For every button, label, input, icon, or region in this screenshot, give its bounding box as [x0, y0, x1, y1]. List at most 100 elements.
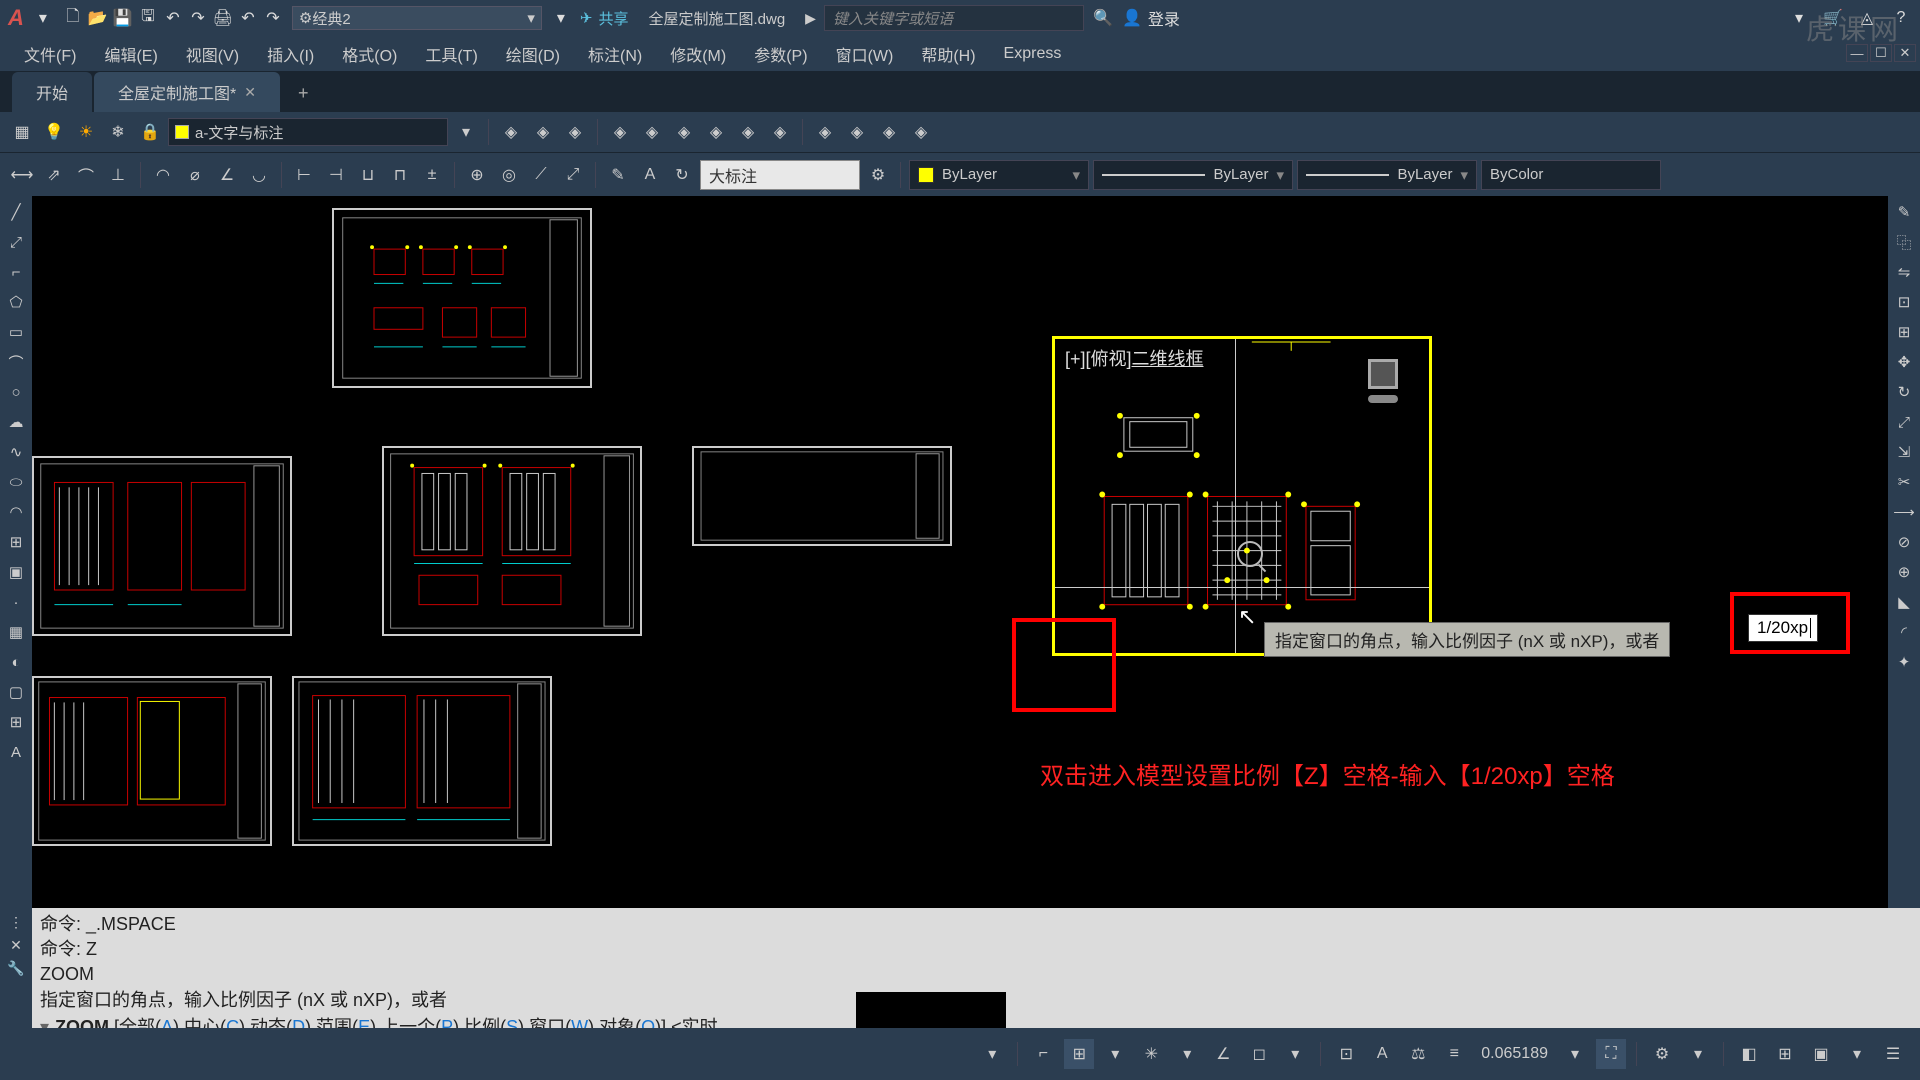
tab-add-button[interactable]: +	[282, 75, 325, 112]
save-icon[interactable]: 💾	[112, 7, 134, 29]
linetype-combo[interactable]: ByLayer ▾	[1297, 160, 1477, 190]
polar-dropdown-icon[interactable]: ▾	[1172, 1039, 1202, 1069]
isolate-icon[interactable]: ◧	[1734, 1039, 1764, 1069]
workspace-combo[interactable]: ⚙ 经典2 ▾	[292, 6, 542, 30]
ucs-icon[interactable]: ⌐	[1028, 1039, 1058, 1069]
dim-jog-icon[interactable]: ⟋	[527, 161, 555, 189]
dim-baseline-icon[interactable]: ⊢	[290, 161, 318, 189]
ortho-icon[interactable]: ∠	[1208, 1039, 1238, 1069]
dim-arc-icon[interactable]: ⌒	[72, 161, 100, 189]
lineweight-combo[interactable]: ByLayer ▾	[1093, 160, 1293, 190]
wrench-icon[interactable]: 🔧	[7, 960, 24, 977]
chevron-down-icon[interactable]: ▾	[452, 118, 480, 146]
menu-insert[interactable]: 插入(I)	[255, 38, 326, 70]
command-body[interactable]: 命令: _.MSPACE 命令: Z ZOOM 指定窗口的角点，输入比例因子 (…	[32, 908, 1920, 1028]
tab-close-icon[interactable]: ✕	[244, 84, 256, 101]
array-icon[interactable]: ⊞	[1892, 320, 1916, 344]
redo-icon[interactable]: ↷	[187, 7, 209, 29]
vp-max-icon[interactable]: ⛶	[1596, 1039, 1626, 1069]
drawing-canvas[interactable]: [+][俯视]二维线框	[32, 196, 1888, 952]
offset-icon[interactable]: ⊡	[1892, 290, 1916, 314]
ellipse-arc-icon[interactable]: ◠	[4, 500, 28, 524]
print-icon[interactable]: 🖨	[212, 7, 234, 29]
osnap-dropdown-icon[interactable]: ▾	[1280, 1039, 1310, 1069]
workspace-dropdown-icon[interactable]: ▾	[550, 7, 572, 29]
dim-edit-icon[interactable]: ✎	[604, 161, 632, 189]
undo-arrow-icon[interactable]: ↶	[237, 7, 259, 29]
scale-lock-icon[interactable]: ⊡	[1331, 1039, 1361, 1069]
mtext-icon[interactable]: A	[4, 740, 28, 764]
spline-icon[interactable]: ∿	[4, 440, 28, 464]
grid-icon[interactable]: ⊞	[1064, 1039, 1094, 1069]
customize-icon[interactable]: ⚙	[1647, 1039, 1677, 1069]
menu-express[interactable]: Express	[992, 41, 1074, 67]
clean-icon[interactable]: ▣	[1806, 1039, 1836, 1069]
line-icon[interactable]: ╱	[4, 200, 28, 224]
menu-dropdown-icon[interactable]: ▾	[32, 7, 54, 29]
dim-oblique-icon[interactable]: ⤢	[559, 161, 587, 189]
layer-tool-4-icon[interactable]: ◈	[702, 118, 730, 146]
tab-start[interactable]: 开始	[12, 72, 92, 112]
dim-ordinate-icon[interactable]: ⊥	[104, 161, 132, 189]
dim-diameter-icon[interactable]: ⌀	[181, 161, 209, 189]
copy-icon[interactable]: ⿻	[1892, 230, 1916, 254]
bulb-on-icon[interactable]: 💡	[40, 118, 68, 146]
menu-modify[interactable]: 修改(M)	[658, 38, 738, 70]
doc-nav-icon[interactable]: ▶	[805, 10, 816, 27]
dim-angular-icon[interactable]: ∠	[213, 161, 241, 189]
layer-tool-9-icon[interactable]: ◈	[875, 118, 903, 146]
layer-props-icon[interactable]: ▦	[8, 118, 36, 146]
join-icon[interactable]: ⊕	[1892, 560, 1916, 584]
fillet-icon[interactable]: ◜	[1892, 620, 1916, 644]
layer-combo[interactable]: a-文字与标注	[168, 118, 448, 146]
osnap-icon[interactable]: ◻	[1244, 1039, 1274, 1069]
scale-icon[interactable]: ⤢	[1892, 410, 1916, 434]
hatch-icon[interactable]: ▦	[4, 620, 28, 644]
layer-tool-5-icon[interactable]: ◈	[734, 118, 762, 146]
mirror-icon[interactable]: ⇋	[1892, 260, 1916, 284]
gradient-icon[interactable]: ◐	[4, 650, 28, 674]
layer-tool-3-icon[interactable]: ◈	[670, 118, 698, 146]
dim-tedit-icon[interactable]: A	[636, 161, 664, 189]
dim-linear-icon[interactable]: ⟷	[8, 161, 36, 189]
xline-icon[interactable]: ⤢	[4, 230, 28, 254]
dimstyle-manage-icon[interactable]: ⚙	[864, 161, 892, 189]
chamfer-icon[interactable]: ◣	[1892, 590, 1916, 614]
menu-view[interactable]: 视图(V)	[174, 38, 251, 70]
layer-tool-6-icon[interactable]: ◈	[766, 118, 794, 146]
layer-walk-icon[interactable]: ◈	[561, 118, 589, 146]
close-cmd-icon[interactable]: ✕	[10, 937, 22, 954]
tab-active-doc[interactable]: 全屋定制施工图* ✕	[94, 72, 280, 112]
status-model-icon[interactable]: ▾	[977, 1039, 1007, 1069]
insert-icon[interactable]: ⊞	[4, 530, 28, 554]
dynamic-input[interactable]: 1/20xp	[1748, 614, 1818, 642]
login-button[interactable]: 👤 登录	[1122, 6, 1180, 30]
layer-tool-2-icon[interactable]: ◈	[638, 118, 666, 146]
polygon-icon[interactable]: ⬠	[4, 290, 28, 314]
layer-state-icon[interactable]: ◈	[497, 118, 525, 146]
dim-tolerance-icon[interactable]: ±	[418, 161, 446, 189]
saveas-icon[interactable]: 🖫	[137, 7, 159, 29]
menu-tools[interactable]: 工具(T)	[413, 38, 489, 70]
tray-icon[interactable]: ☰	[1878, 1039, 1908, 1069]
menu-format[interactable]: 格式(O)	[330, 38, 409, 70]
explode-icon[interactable]: ✦	[1892, 650, 1916, 674]
pline-icon[interactable]: ⌐	[4, 260, 28, 284]
plotstyle-combo[interactable]: ByColor	[1481, 160, 1661, 190]
annotation-icon[interactable]: A	[1367, 1039, 1397, 1069]
dim-jogged-icon[interactable]: ◡	[245, 161, 273, 189]
trim-icon[interactable]: ✂	[1892, 470, 1916, 494]
scale-dropdown-icon[interactable]: ▾	[1560, 1039, 1590, 1069]
layer-tool-8-icon[interactable]: ◈	[843, 118, 871, 146]
region-icon[interactable]: ▢	[4, 680, 28, 704]
annotation-scale-icon[interactable]: ⚖	[1403, 1039, 1433, 1069]
hardware-icon[interactable]: ⊞	[1770, 1039, 1800, 1069]
open-icon[interactable]: 📂	[87, 7, 109, 29]
lock-icon[interactable]: 🔒	[136, 118, 164, 146]
share-button[interactable]: ✈ 共享	[580, 8, 629, 29]
dim-update-icon[interactable]: ↻	[668, 161, 696, 189]
ellipse-icon[interactable]: ⬭	[4, 470, 28, 494]
scale-list-icon[interactable]: ≡	[1439, 1039, 1469, 1069]
dim-radius-icon[interactable]: ◠	[149, 161, 177, 189]
search-input[interactable]: 键入关键字或短语	[824, 5, 1084, 31]
